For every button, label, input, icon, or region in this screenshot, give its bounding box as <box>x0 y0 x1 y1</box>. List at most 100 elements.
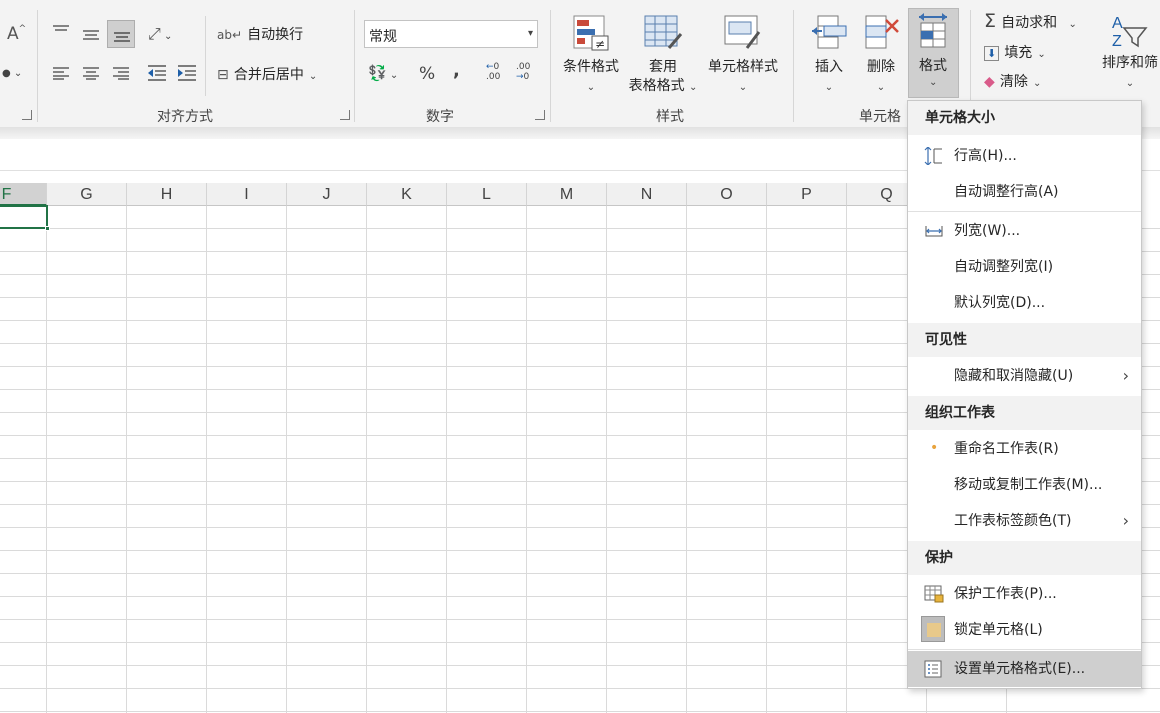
chevron-down-icon: ⌄ <box>1037 49 1046 60</box>
format-cells-list-icon <box>924 660 942 678</box>
lock-icon <box>927 623 941 637</box>
column-header-g[interactable]: G <box>47 183 127 206</box>
number-dialog-launcher[interactable] <box>535 110 545 120</box>
format-as-table-button[interactable]: 套用 表格格式 ⌄ <box>625 14 701 97</box>
column-header-h[interactable]: H <box>127 183 207 206</box>
merge-center-button[interactable]: ⊟ 合并后居中 ⌄ <box>217 64 317 84</box>
section-organize-sheets: 组织工作表 <box>908 396 1141 430</box>
column-header-m[interactable]: M <box>527 183 607 206</box>
menu-item-column-width[interactable]: 列宽(W)... <box>908 213 1141 249</box>
column-width-icon <box>925 226 943 237</box>
align-left-icon[interactable] <box>52 66 70 80</box>
decrease-decimal-button[interactable]: .00 →0 <box>516 62 530 82</box>
menu-item-rename-sheet[interactable]: • 重命名工作表(R) <box>908 431 1141 467</box>
fill-handle[interactable] <box>45 226 50 231</box>
separator <box>37 10 38 122</box>
format-as-table-label-1: 套用 <box>649 59 677 75</box>
font-dialog-launcher[interactable] <box>22 110 32 120</box>
column-header-j[interactable]: J <box>287 183 367 206</box>
tab-color-label: 工作表标签颜色(T) <box>954 513 1072 529</box>
column-header-i[interactable]: I <box>207 183 287 206</box>
format-button[interactable]: 格式 ⌄ <box>908 8 959 98</box>
menu-item-protect-sheet[interactable]: 保护工作表(P)... <box>908 576 1141 612</box>
column-header-f[interactable]: F <box>0 183 47 206</box>
menu-item-autofit-row[interactable]: 自动调整行高(A) <box>908 174 1141 210</box>
bullet-icon: • <box>930 440 939 456</box>
section-visibility: 可见性 <box>908 323 1141 357</box>
comma-style-button[interactable]: , <box>453 60 460 81</box>
insert-button[interactable]: 插入 ⌄ <box>803 14 855 97</box>
conditional-formatting-button[interactable]: ≠ 条件格式 ⌄ <box>559 14 623 97</box>
align-middle-icon[interactable] <box>82 28 100 42</box>
align-center-icon[interactable] <box>82 66 100 80</box>
align-right-icon[interactable] <box>112 66 130 80</box>
column-header-k[interactable]: K <box>367 183 447 206</box>
orientation-button[interactable]: ⤢ ⌄ <box>148 24 172 44</box>
font-size-button[interactable]: A^ <box>7 24 26 44</box>
format-label: 格式 <box>919 58 947 74</box>
chevron-down-icon: ▾ <box>527 28 533 39</box>
menu-item-row-height[interactable]: 行高(H)... <box>908 138 1141 174</box>
chevron-down-icon: ⌄ <box>1125 78 1135 89</box>
column-width-label: 列宽(W)... <box>954 223 1021 239</box>
column-header-n[interactable]: N <box>607 183 687 206</box>
format-as-table-icon <box>644 15 683 49</box>
chevron-down-icon: ⌄ <box>586 82 596 93</box>
grid-vline <box>46 206 47 713</box>
menu-item-hide-unhide[interactable]: 隐藏和取消隐藏(U) › <box>908 358 1141 394</box>
menu-item-format-cells[interactable]: 设置单元格格式(E)... <box>908 651 1141 687</box>
grid-vline <box>286 206 287 713</box>
lock-cell-toggle <box>921 616 945 642</box>
percent-style-button[interactable]: % <box>419 64 435 84</box>
delete-button[interactable]: 删除 ⌄ <box>857 14 905 97</box>
decrease-decimal-label: .00 <box>516 62 531 72</box>
fill-button[interactable]: ⬇ 填充 ⌄ <box>984 42 1046 62</box>
grid-vline <box>606 206 607 713</box>
grid-vline <box>446 206 447 713</box>
autosum-button[interactable]: Σ 自动求和 ⌄ <box>984 10 1077 32</box>
rename-sheet-label: 重命名工作表(R) <box>954 441 1059 457</box>
number-format-select[interactable]: 常规 ▾ <box>364 20 538 48</box>
chevron-down-icon: ⌄ <box>876 82 886 93</box>
increase-decimal-button[interactable]: ←0.00 <box>486 62 500 82</box>
cell-styles-label: 单元格样式 <box>708 59 778 75</box>
insert-label: 插入 <box>815 59 843 75</box>
grid-hline <box>0 711 1160 712</box>
cell-styles-button[interactable]: 单元格样式 ⌄ <box>703 14 783 97</box>
column-header-l[interactable]: L <box>447 183 527 206</box>
align-bottom-icon <box>114 32 130 42</box>
column-header-p[interactable]: P <box>767 183 847 206</box>
autofit-column-label: 自动调整列宽(I) <box>954 259 1054 275</box>
column-header-o[interactable]: O <box>687 183 767 206</box>
separator <box>354 10 355 122</box>
delete-label: 删除 <box>867 59 895 75</box>
clear-button[interactable]: ◆ 清除 ⌄ <box>984 71 1041 91</box>
merge-center-label: 合并后居中 <box>233 67 304 83</box>
chevron-down-icon: ⌄ <box>689 82 698 93</box>
align-top-icon[interactable] <box>52 24 70 38</box>
active-cell[interactable] <box>0 205 48 229</box>
align-bottom-button[interactable] <box>107 20 135 48</box>
menu-item-autofit-column[interactable]: 自动调整列宽(I) <box>908 249 1141 285</box>
conditional-formatting-label: 条件格式 <box>563 59 619 75</box>
insert-cells-icon <box>812 15 847 49</box>
font-color-dropdown[interactable]: ● ⌄ <box>2 68 22 79</box>
menu-item-tab-color[interactable]: 工作表标签颜色(T) › <box>908 503 1141 539</box>
svg-text:≠: ≠ <box>595 37 605 51</box>
menu-item-default-width[interactable]: 默认列宽(D)... <box>908 285 1141 321</box>
menu-item-lock-cell[interactable]: 锁定单元格(L) <box>908 612 1141 648</box>
menu-item-move-copy[interactable]: 移动或复制工作表(M)... <box>908 467 1141 503</box>
wrap-text-button[interactable]: ab↵ 自动换行 <box>217 24 303 44</box>
clear-label: 清除 <box>999 74 1028 90</box>
orientation-icon: ⤢ <box>148 24 161 43</box>
alignment-dialog-launcher[interactable] <box>340 110 350 120</box>
section-protection: 保护 <box>908 541 1141 575</box>
chevron-right-icon: › <box>1122 511 1129 530</box>
increase-indent-icon[interactable] <box>177 64 197 82</box>
wrap-text-icon: ab↵ <box>217 28 243 42</box>
decrease-indent-icon[interactable] <box>147 64 167 82</box>
section-cell-size: 单元格大小 <box>908 101 1141 135</box>
accounting-format-button[interactable]: 💱 ⌄ <box>368 64 398 82</box>
cells-group-label: 单元格 <box>859 109 901 125</box>
sort-filter-button[interactable]: AZ 排序和筛 ⌄ <box>1095 12 1160 93</box>
